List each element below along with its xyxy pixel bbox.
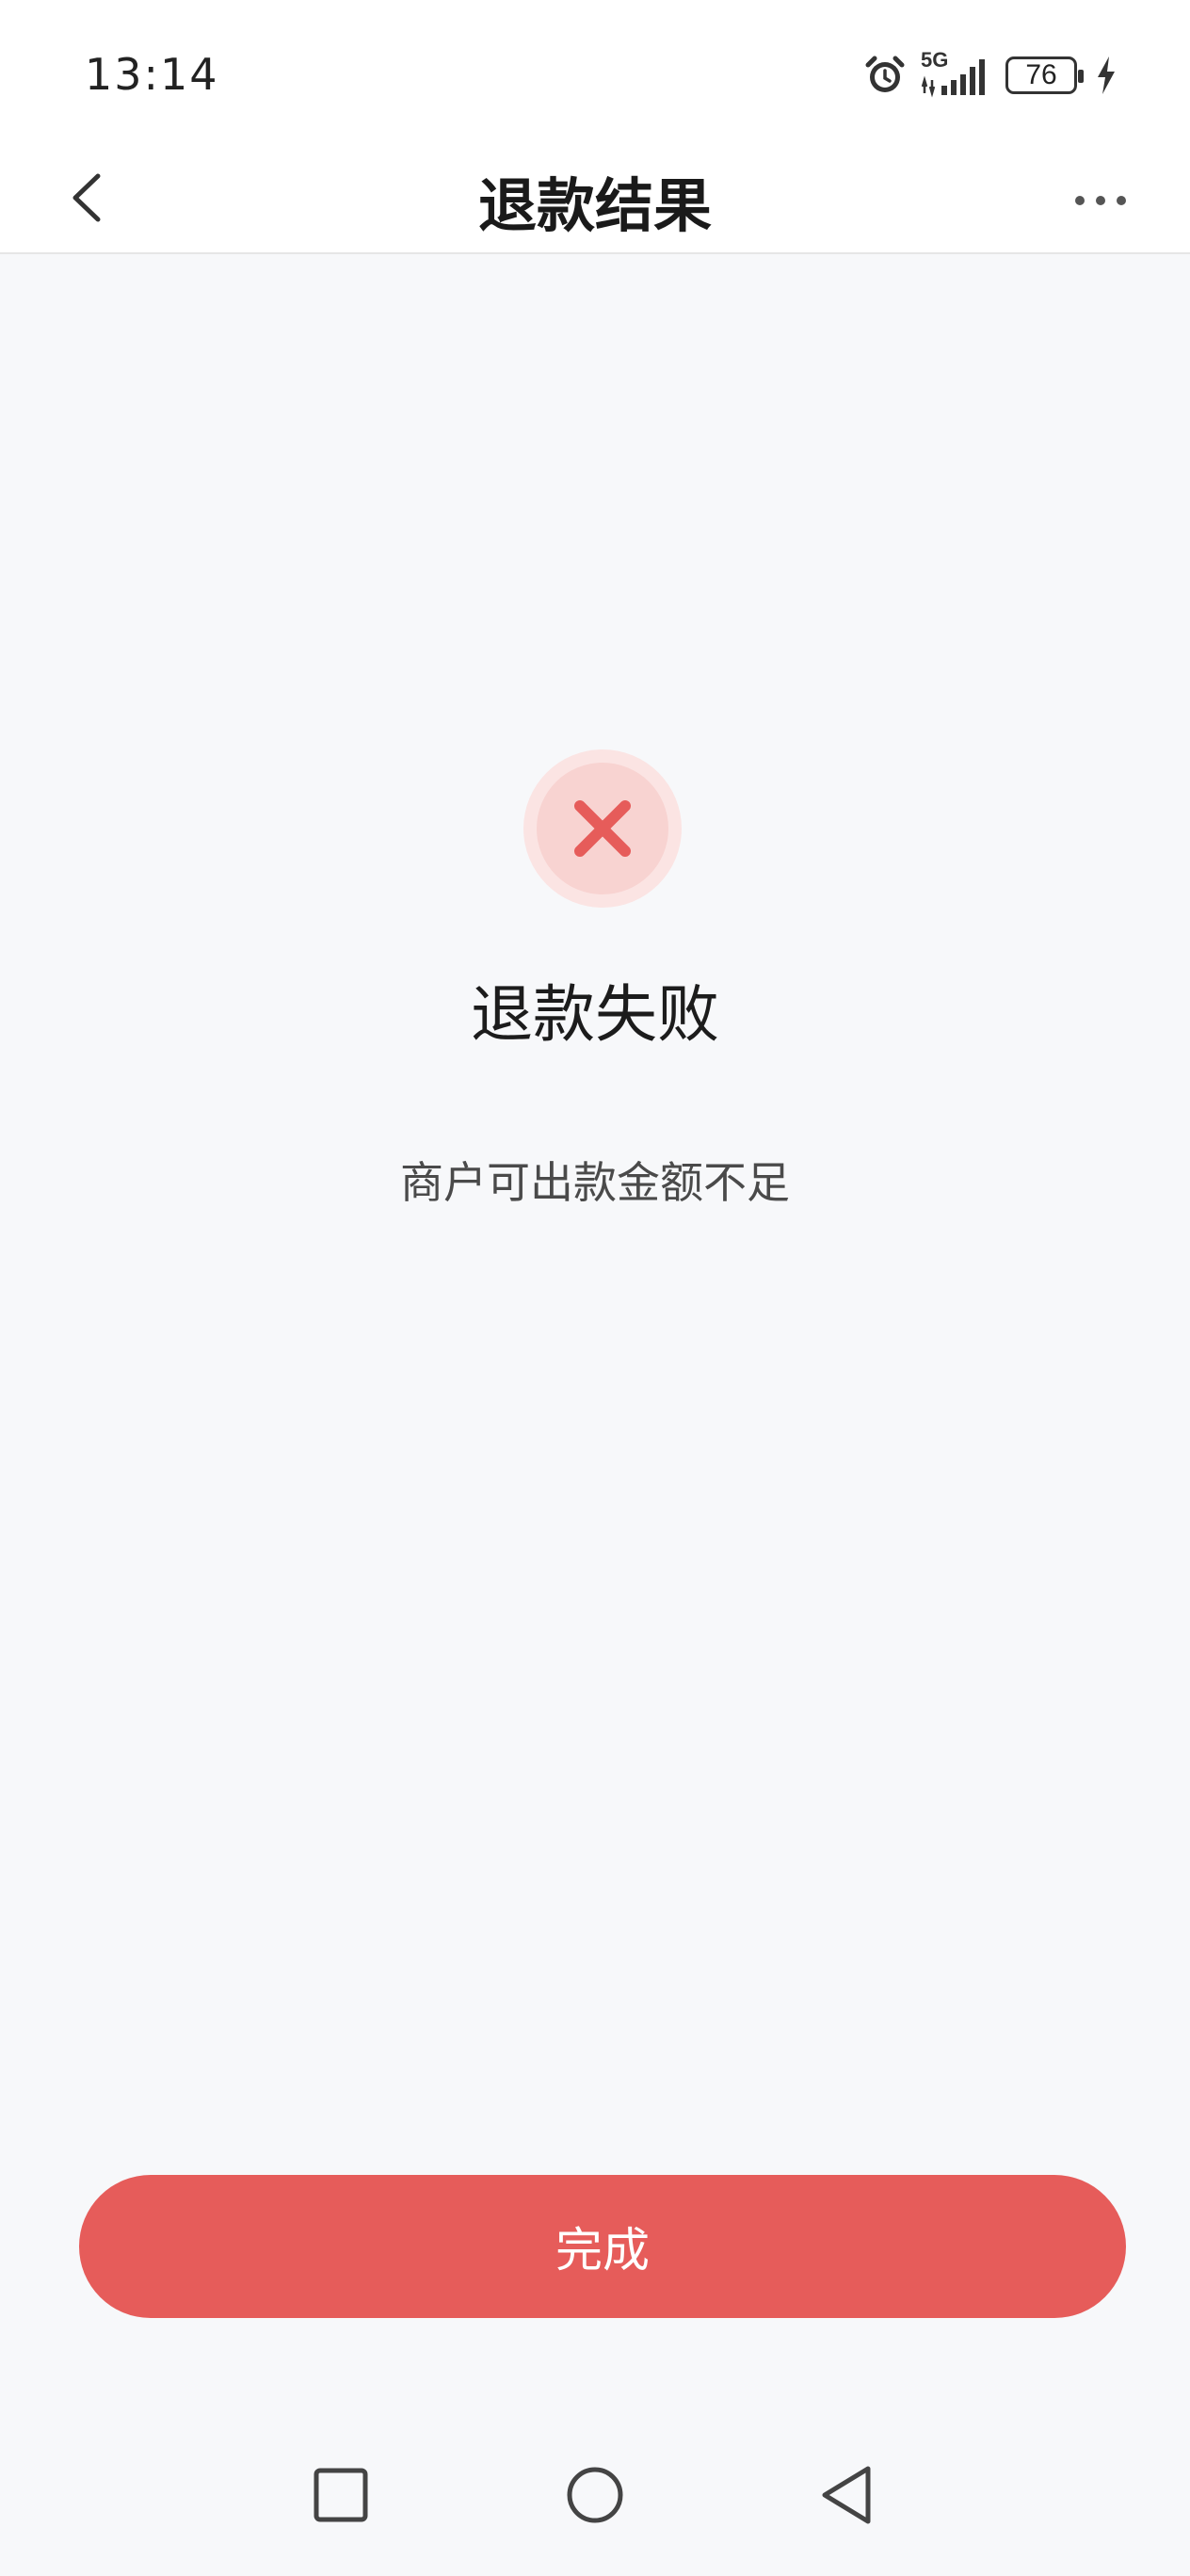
home-icon xyxy=(567,2467,623,2523)
recent-apps-icon xyxy=(314,2468,368,2522)
back-icon xyxy=(822,2466,871,2524)
page-title: 退款结果 xyxy=(477,171,712,240)
result-failure-badge xyxy=(523,749,682,908)
close-icon xyxy=(574,800,631,857)
status-bar: 13:14 5G 76 xyxy=(0,0,1190,141)
done-button[interactable]: 完成 xyxy=(79,2175,1126,2318)
status-icons: 5G 76 xyxy=(862,48,1117,102)
result-failure-badge-inner xyxy=(537,763,668,894)
charging-icon xyxy=(1098,56,1115,94)
signal-icon xyxy=(921,59,985,98)
result-message: 商户可出款金额不足 xyxy=(400,1157,790,1208)
more-button[interactable] xyxy=(1068,168,1134,233)
signal-indicator: 5G xyxy=(921,48,992,99)
battery-level: 76 xyxy=(1025,59,1057,90)
result-title: 退款失败 xyxy=(471,978,719,1051)
recent-apps-button[interactable] xyxy=(303,2457,378,2533)
alarm-icon xyxy=(865,56,905,92)
status-time: 13:14 xyxy=(85,49,219,100)
system-navigation-bar xyxy=(0,2439,1190,2576)
more-dots-icon xyxy=(1075,196,1126,205)
battery-icon: 76 xyxy=(1005,56,1084,94)
navigation-header: 退款结果 xyxy=(0,141,1190,254)
system-back-button[interactable] xyxy=(810,2457,885,2533)
home-button[interactable] xyxy=(557,2457,633,2533)
